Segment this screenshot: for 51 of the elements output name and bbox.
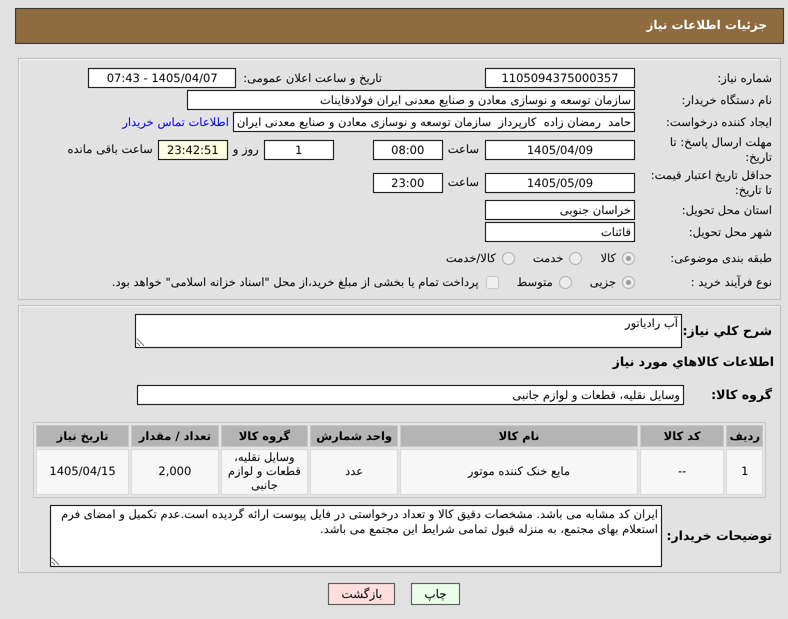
need-number-field[interactable]: 1105094375000357 [485, 68, 635, 88]
deadline-date-field[interactable]: 1405/04/09 [485, 140, 635, 160]
column-header: ردیف [726, 425, 763, 448]
table-cell: مایع خنک کننده موتور [400, 449, 638, 495]
time-left-label: ساعت باقی مانده [68, 142, 153, 157]
city-label: شهر محل تحویل: [688, 224, 773, 240]
time-label: ساعت [448, 142, 479, 157]
table-cell: 2,000 [131, 449, 219, 495]
print-button[interactable]: چاپ [411, 583, 460, 605]
reply-deadline-label: مهلت ارسال پاسخ: تا تاریخ: [668, 134, 773, 164]
city-field[interactable]: قائنات [485, 222, 635, 242]
table-cell: 1 [726, 449, 763, 495]
column-header: تاریخ نیاز [36, 425, 130, 448]
validity-time-field[interactable]: 23:00 [372, 172, 443, 192]
page-title: جزئیات اطلاعات نیاز [646, 18, 767, 34]
requester-label: ایجاد کننده درخواست: [665, 114, 773, 130]
price-validity-label: حداقل تاریخ اعتبار قیمت: تا تاریخ: [650, 168, 773, 198]
table-cell: 1405/04/15 [36, 449, 130, 495]
buyer-org-field[interactable]: سازمان توسعه و نوسازی معادن و صنایع معدنی ایران فولادقاینات [187, 90, 635, 110]
buyer-contact-link[interactable]: اطلاعات تماس خریدار [122, 114, 229, 130]
goods-group-label: گروه کالا: [710, 387, 773, 404]
days-label: روز و [232, 142, 259, 157]
column-header: کد کالا [640, 425, 724, 448]
back-button[interactable]: بازگشت [328, 583, 396, 605]
description-field[interactable]: آب رادیاتور [135, 314, 682, 348]
column-header: تعداد / مقدار [131, 425, 219, 448]
table-cell: وسایل نقلیه، قطعات و لوازم جانبی [220, 449, 308, 495]
deadline-time-field[interactable]: 08:00 [372, 140, 443, 160]
table-cell: عدد [310, 449, 398, 495]
column-header: گروه کالا [220, 425, 308, 448]
time-left-field[interactable]: 23:42:51 [158, 140, 228, 160]
column-header: نام کالا [400, 425, 638, 448]
goods-group-field[interactable]: وسایل نقلیه، قطعات و لوازم جانبی [137, 385, 684, 406]
buyer-org-label: نام دستگاه خریدار: [680, 92, 773, 108]
buyer-notes-field[interactable]: ایران کد مشابه می باشد. مشخصات دقیق کالا و تعداد درخواستی در فایل پیوست ارائه گردیده است.عدم تکمیل و امضای فرم استعلام بهای مجتمع، به منزله قبول تمامی شرایط این مجتمع می باشد. [50, 504, 662, 567]
section-title: اطلاعات کالاهاي مورد نياز [611, 354, 775, 370]
table-cell: -- [640, 449, 724, 495]
column-header: واحد شمارش [310, 425, 398, 448]
time-label: ساعت [448, 175, 479, 190]
buyer-notes-label: توضیحات خریدار: [665, 528, 773, 544]
requester-field[interactable]: حامد رمضان زاده کارپرداز سازمان توسعه و نوسازی معادن و صنایع معدنی ایران [232, 112, 635, 132]
need-number-label: شماره نیاز: [716, 70, 773, 86]
province-field[interactable]: خراسان جنوبی [485, 200, 635, 220]
days-left-field[interactable]: 1 [264, 140, 334, 160]
province-label: استان محل تحویل: [680, 202, 773, 218]
validity-date-field[interactable]: 1405/05/09 [485, 172, 635, 192]
process-label: نوع فرآیند خرید : [690, 274, 773, 290]
category-label: طبقه بندی موضوعی: [669, 250, 773, 266]
description-label: شرح کلي نياز: [682, 322, 773, 340]
announce-date-field[interactable]: 1405/04/07 - 07:43 [88, 68, 236, 88]
announce-date-label: تاریخ و ساعت اعلان عمومی: [243, 70, 382, 86]
